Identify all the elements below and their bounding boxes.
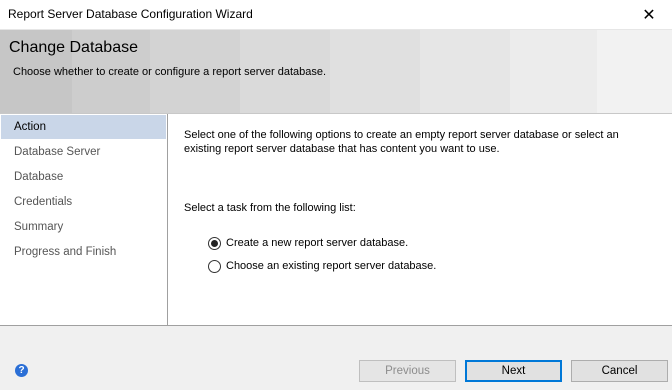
- sidebar-item-database-server[interactable]: Database Server: [1, 140, 166, 164]
- radio-button[interactable]: [208, 259, 221, 273]
- page-title: Change Database: [9, 39, 138, 56]
- header-banner: Change Database Choose whether to create…: [0, 30, 672, 114]
- sidebar-item-credentials[interactable]: Credentials: [1, 190, 166, 214]
- task-list-label: Select a task from the following list:: [184, 202, 356, 214]
- sidebar-item-action[interactable]: Action: [1, 115, 166, 139]
- page-subtitle: Choose whether to create or configure a …: [13, 66, 327, 78]
- option-label: Create a new report server database.: [226, 237, 409, 249]
- close-icon[interactable]: ✕: [626, 0, 672, 30]
- sidebar-item-progress-and-finish[interactable]: Progress and Finish: [1, 240, 166, 264]
- sidebar-item-summary[interactable]: Summary: [1, 215, 166, 239]
- next-button[interactable]: Next: [465, 360, 562, 382]
- window-title: Report Server Database Configuration Wiz…: [8, 7, 253, 21]
- main-content: Select one of the following options to c…: [168, 114, 672, 326]
- option-choose-existing-database[interactable]: Choose an existing report server databas…: [208, 257, 436, 275]
- cancel-button[interactable]: Cancel: [571, 360, 668, 382]
- radio-button-selected[interactable]: [208, 236, 221, 250]
- option-create-new-database[interactable]: Create a new report server database.: [208, 234, 408, 252]
- help-icon[interactable]: ?: [15, 364, 28, 377]
- intro-text: Select one of the following options to c…: [184, 129, 619, 155]
- button-bar: ? Previous Next Cancel: [0, 327, 672, 390]
- previous-button[interactable]: Previous: [359, 360, 456, 382]
- sidebar-item-database[interactable]: Database: [1, 165, 166, 189]
- wizard-steps-sidebar: Action Database Server Database Credenti…: [0, 114, 168, 326]
- title-bar: Report Server Database Configuration Wiz…: [0, 0, 672, 30]
- option-label: Choose an existing report server databas…: [226, 260, 437, 272]
